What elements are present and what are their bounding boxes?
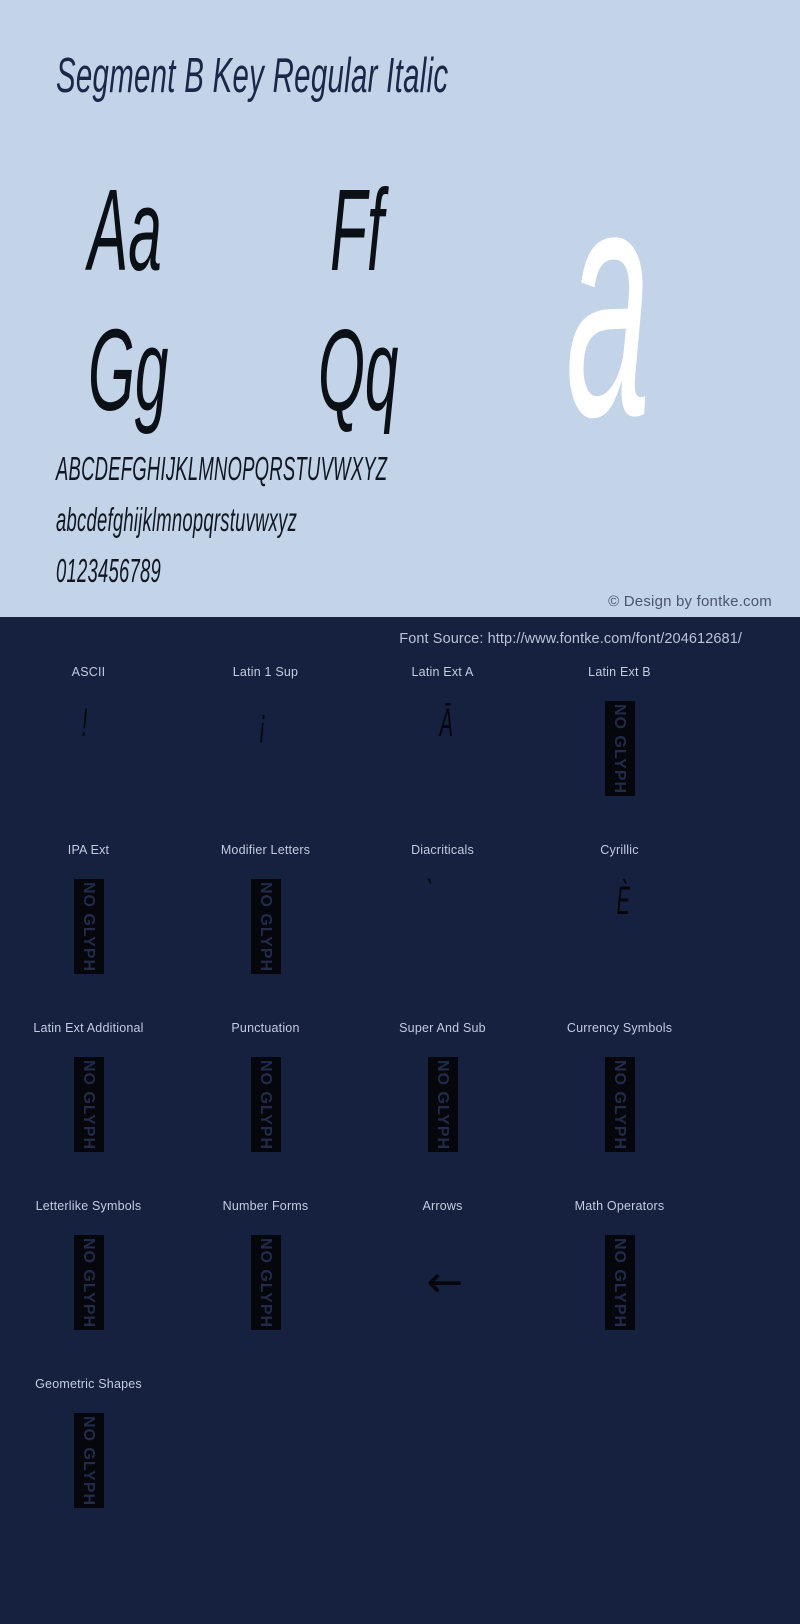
unicode-block-sample: NO GLYPH bbox=[531, 1039, 708, 1169]
unicode-block-cell[interactable]: Latin 1 Sup ¡ bbox=[177, 655, 354, 833]
unicode-block-cell[interactable]: Geometric Shapes NO GLYPH bbox=[0, 1367, 177, 1545]
no-glyph-label: NO GLYPH bbox=[257, 881, 275, 972]
unicode-block-sample: NO GLYPH bbox=[177, 1039, 354, 1169]
unicode-block-cell[interactable]: Cyrillic È bbox=[531, 833, 708, 1011]
unicode-block-sample: ̀ bbox=[354, 861, 531, 991]
unicode-block-cell[interactable]: Modifier Letters NO GLYPH bbox=[177, 833, 354, 1011]
unicode-block-label: Currency Symbols bbox=[566, 1021, 673, 1035]
unicode-blocks-panel: Font Source: http://www.fontke.com/font/… bbox=[0, 617, 800, 1624]
unicode-block-cell[interactable]: Diacriticals̀ bbox=[354, 833, 531, 1011]
sample-glyph: ← bbox=[426, 1257, 464, 1308]
unicode-block-sample: ← bbox=[354, 1217, 531, 1347]
unicode-block-label: Latin Ext Additional bbox=[33, 1021, 144, 1035]
no-glyph-box: NO GLYPH bbox=[73, 1057, 104, 1152]
unicode-block-label: ASCII bbox=[71, 665, 106, 679]
font-source-link[interactable]: Font Source: http://www.fontke.com/font/… bbox=[399, 631, 742, 647]
glyph-pair-gg: Gg bbox=[88, 305, 169, 435]
unicode-block-cell[interactable]: Punctuation NO GLYPH bbox=[177, 1011, 354, 1189]
no-glyph-box: NO GLYPH bbox=[73, 1413, 104, 1508]
alphabet-lowercase-row: abcdefghijklmnopqrstuvwxyz bbox=[56, 501, 298, 538]
feature-glyph: a bbox=[566, 116, 651, 485]
specimen-panel: Segment B Key Regular Italic Aa Ff Gg Qq… bbox=[0, 0, 800, 617]
unicode-block-grid: ASCII! Latin 1 Sup ¡ Latin Ext A Ā Latin Ext … bbox=[0, 655, 800, 1545]
alphabet-block: ABCDEFGHIJKLMNOPQRSTUVWXYZ abcdefghijklm… bbox=[56, 452, 756, 605]
unicode-block-label: Geometric Shapes bbox=[35, 1377, 142, 1391]
unicode-block-row: Letterlike Symbols NO GLYPH Number Forms NO… bbox=[0, 1189, 800, 1367]
no-glyph-box: NO GLYPH bbox=[427, 1057, 458, 1152]
design-credit: © Design by fontke.com bbox=[608, 593, 772, 610]
unicode-block-label: Arrows bbox=[422, 1199, 463, 1213]
unicode-block-row: Geometric Shapes NO GLYPH bbox=[0, 1367, 800, 1545]
glyph-pair-ff: Ff bbox=[330, 165, 384, 295]
no-glyph-label: NO GLYPH bbox=[611, 703, 629, 794]
unicode-block-cell[interactable]: Super And Sub NO GLYPH bbox=[354, 1011, 531, 1189]
no-glyph-box: NO GLYPH bbox=[250, 879, 281, 974]
unicode-block-sample: NO GLYPH bbox=[354, 1039, 531, 1169]
no-glyph-label: NO GLYPH bbox=[257, 1237, 275, 1328]
glyph-pair-qq: Qq bbox=[318, 305, 399, 435]
unicode-block-cell[interactable]: Letterlike Symbols NO GLYPH bbox=[0, 1189, 177, 1367]
unicode-block-cell[interactable]: Currency Symbols NO GLYPH bbox=[531, 1011, 708, 1189]
no-glyph-box: NO GLYPH bbox=[604, 1235, 635, 1330]
no-glyph-box: NO GLYPH bbox=[73, 879, 104, 974]
unicode-block-label: IPA Ext bbox=[67, 843, 110, 857]
unicode-block-cell[interactable]: IPA Ext NO GLYPH bbox=[0, 833, 177, 1011]
no-glyph-label: NO GLYPH bbox=[80, 1237, 98, 1328]
unicode-block-label: Punctuation bbox=[231, 1021, 300, 1035]
no-glyph-label: NO GLYPH bbox=[434, 1059, 452, 1150]
no-glyph-label: NO GLYPH bbox=[611, 1059, 629, 1150]
unicode-block-cell[interactable]: Math Operators NO GLYPH bbox=[531, 1189, 708, 1367]
unicode-block-label: Math Operators bbox=[574, 1199, 665, 1213]
font-title: Segment B Key Regular Italic bbox=[56, 49, 449, 103]
no-glyph-label: NO GLYPH bbox=[80, 881, 98, 972]
unicode-block-row: IPA Ext NO GLYPH Modifier Letters NO GLYPH D… bbox=[0, 833, 800, 1011]
sample-glyph: ! bbox=[81, 701, 87, 745]
unicode-block-sample: ! bbox=[0, 683, 177, 813]
unicode-block-sample: NO GLYPH bbox=[531, 1217, 708, 1347]
no-glyph-box: NO GLYPH bbox=[73, 1235, 104, 1330]
unicode-block-sample: NO GLYPH bbox=[177, 861, 354, 991]
unicode-block-sample: NO GLYPH bbox=[531, 683, 708, 813]
no-glyph-label: NO GLYPH bbox=[80, 1415, 98, 1506]
sample-glyph: ¡ bbox=[258, 701, 266, 745]
unicode-block-sample: NO GLYPH bbox=[0, 1217, 177, 1347]
unicode-block-cell[interactable]: Number Forms NO GLYPH bbox=[177, 1189, 354, 1367]
unicode-block-label: Latin Ext A bbox=[411, 665, 474, 679]
unicode-block-sample: NO GLYPH bbox=[177, 1217, 354, 1347]
no-glyph-box: NO GLYPH bbox=[250, 1235, 281, 1330]
unicode-block-label: Latin 1 Sup bbox=[232, 665, 299, 679]
digits-row: 0123456789 bbox=[56, 552, 162, 589]
unicode-block-sample: NO GLYPH bbox=[0, 1395, 177, 1525]
unicode-block-sample: Ā bbox=[354, 683, 531, 813]
unicode-block-label: Diacriticals bbox=[411, 843, 474, 857]
unicode-block-sample: NO GLYPH bbox=[0, 861, 177, 991]
unicode-block-label: Cyrillic bbox=[600, 843, 639, 857]
unicode-block-sample: ¡ bbox=[177, 683, 354, 813]
unicode-block-row: Latin Ext Additional NO GLYPH Punctuation N… bbox=[0, 1011, 800, 1189]
unicode-block-row: ASCII! Latin 1 Sup ¡ Latin Ext A Ā Latin Ext … bbox=[0, 655, 800, 833]
no-glyph-label: NO GLYPH bbox=[80, 1059, 98, 1150]
no-glyph-box: NO GLYPH bbox=[604, 701, 635, 796]
no-glyph-label: NO GLYPH bbox=[257, 1059, 275, 1150]
unicode-block-label: Letterlike Symbols bbox=[35, 1199, 142, 1213]
glyph-pair-aa: Aa bbox=[88, 165, 162, 295]
sample-glyph: Ā bbox=[439, 701, 453, 745]
unicode-block-sample: È bbox=[531, 861, 708, 991]
unicode-block-cell[interactable]: ASCII! bbox=[0, 655, 177, 833]
no-glyph-label: NO GLYPH bbox=[611, 1237, 629, 1328]
unicode-block-sample: NO GLYPH bbox=[0, 1039, 177, 1169]
no-glyph-box: NO GLYPH bbox=[250, 1057, 281, 1152]
no-glyph-box: NO GLYPH bbox=[604, 1057, 635, 1152]
unicode-block-cell[interactable]: Arrows ← bbox=[354, 1189, 531, 1367]
unicode-block-label: Modifier Letters bbox=[220, 843, 311, 857]
glyph-sample-grid: Aa Ff Gg Qq a bbox=[0, 136, 800, 466]
unicode-block-cell[interactable]: Latin Ext B NO GLYPH bbox=[531, 655, 708, 833]
unicode-block-cell[interactable]: Latin Ext Additional NO GLYPH bbox=[0, 1011, 177, 1189]
unicode-block-label: Super And Sub bbox=[399, 1021, 486, 1035]
unicode-block-label: Latin Ext B bbox=[588, 665, 651, 679]
alphabet-uppercase-row: ABCDEFGHIJKLMNOPQRSTUVWXYZ bbox=[56, 450, 388, 487]
unicode-block-label: Number Forms bbox=[222, 1199, 309, 1213]
unicode-block-cell[interactable]: Latin Ext A Ā bbox=[354, 655, 531, 833]
sample-glyph: È bbox=[616, 879, 630, 923]
